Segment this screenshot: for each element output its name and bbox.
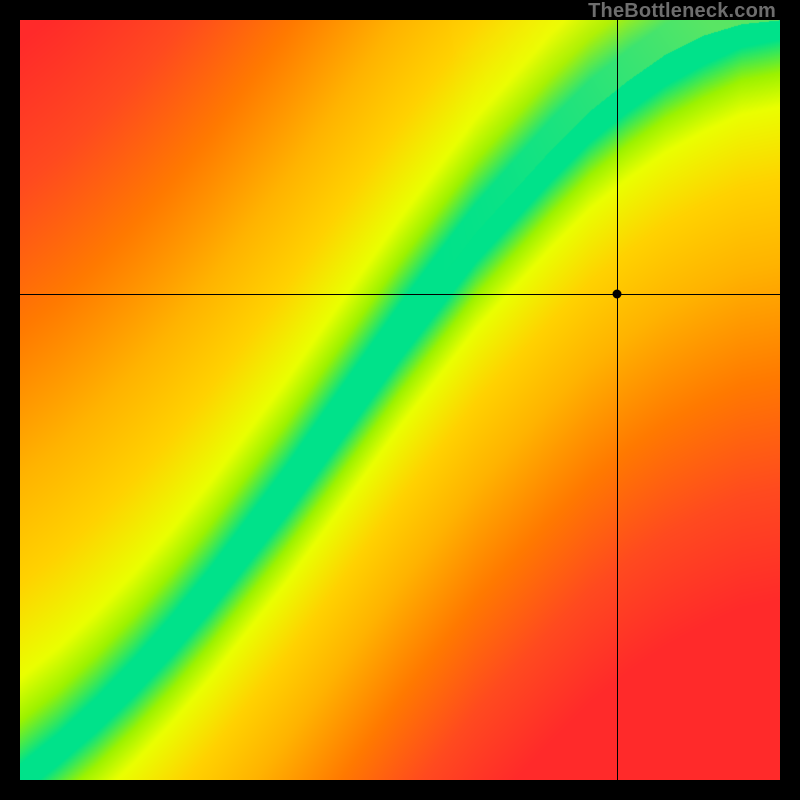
crosshair-vertical <box>617 20 618 780</box>
sample-marker <box>612 289 621 298</box>
chart-frame: TheBottleneck.com <box>0 0 800 800</box>
bottleneck-heatmap <box>20 20 780 780</box>
crosshair-horizontal <box>20 294 780 295</box>
